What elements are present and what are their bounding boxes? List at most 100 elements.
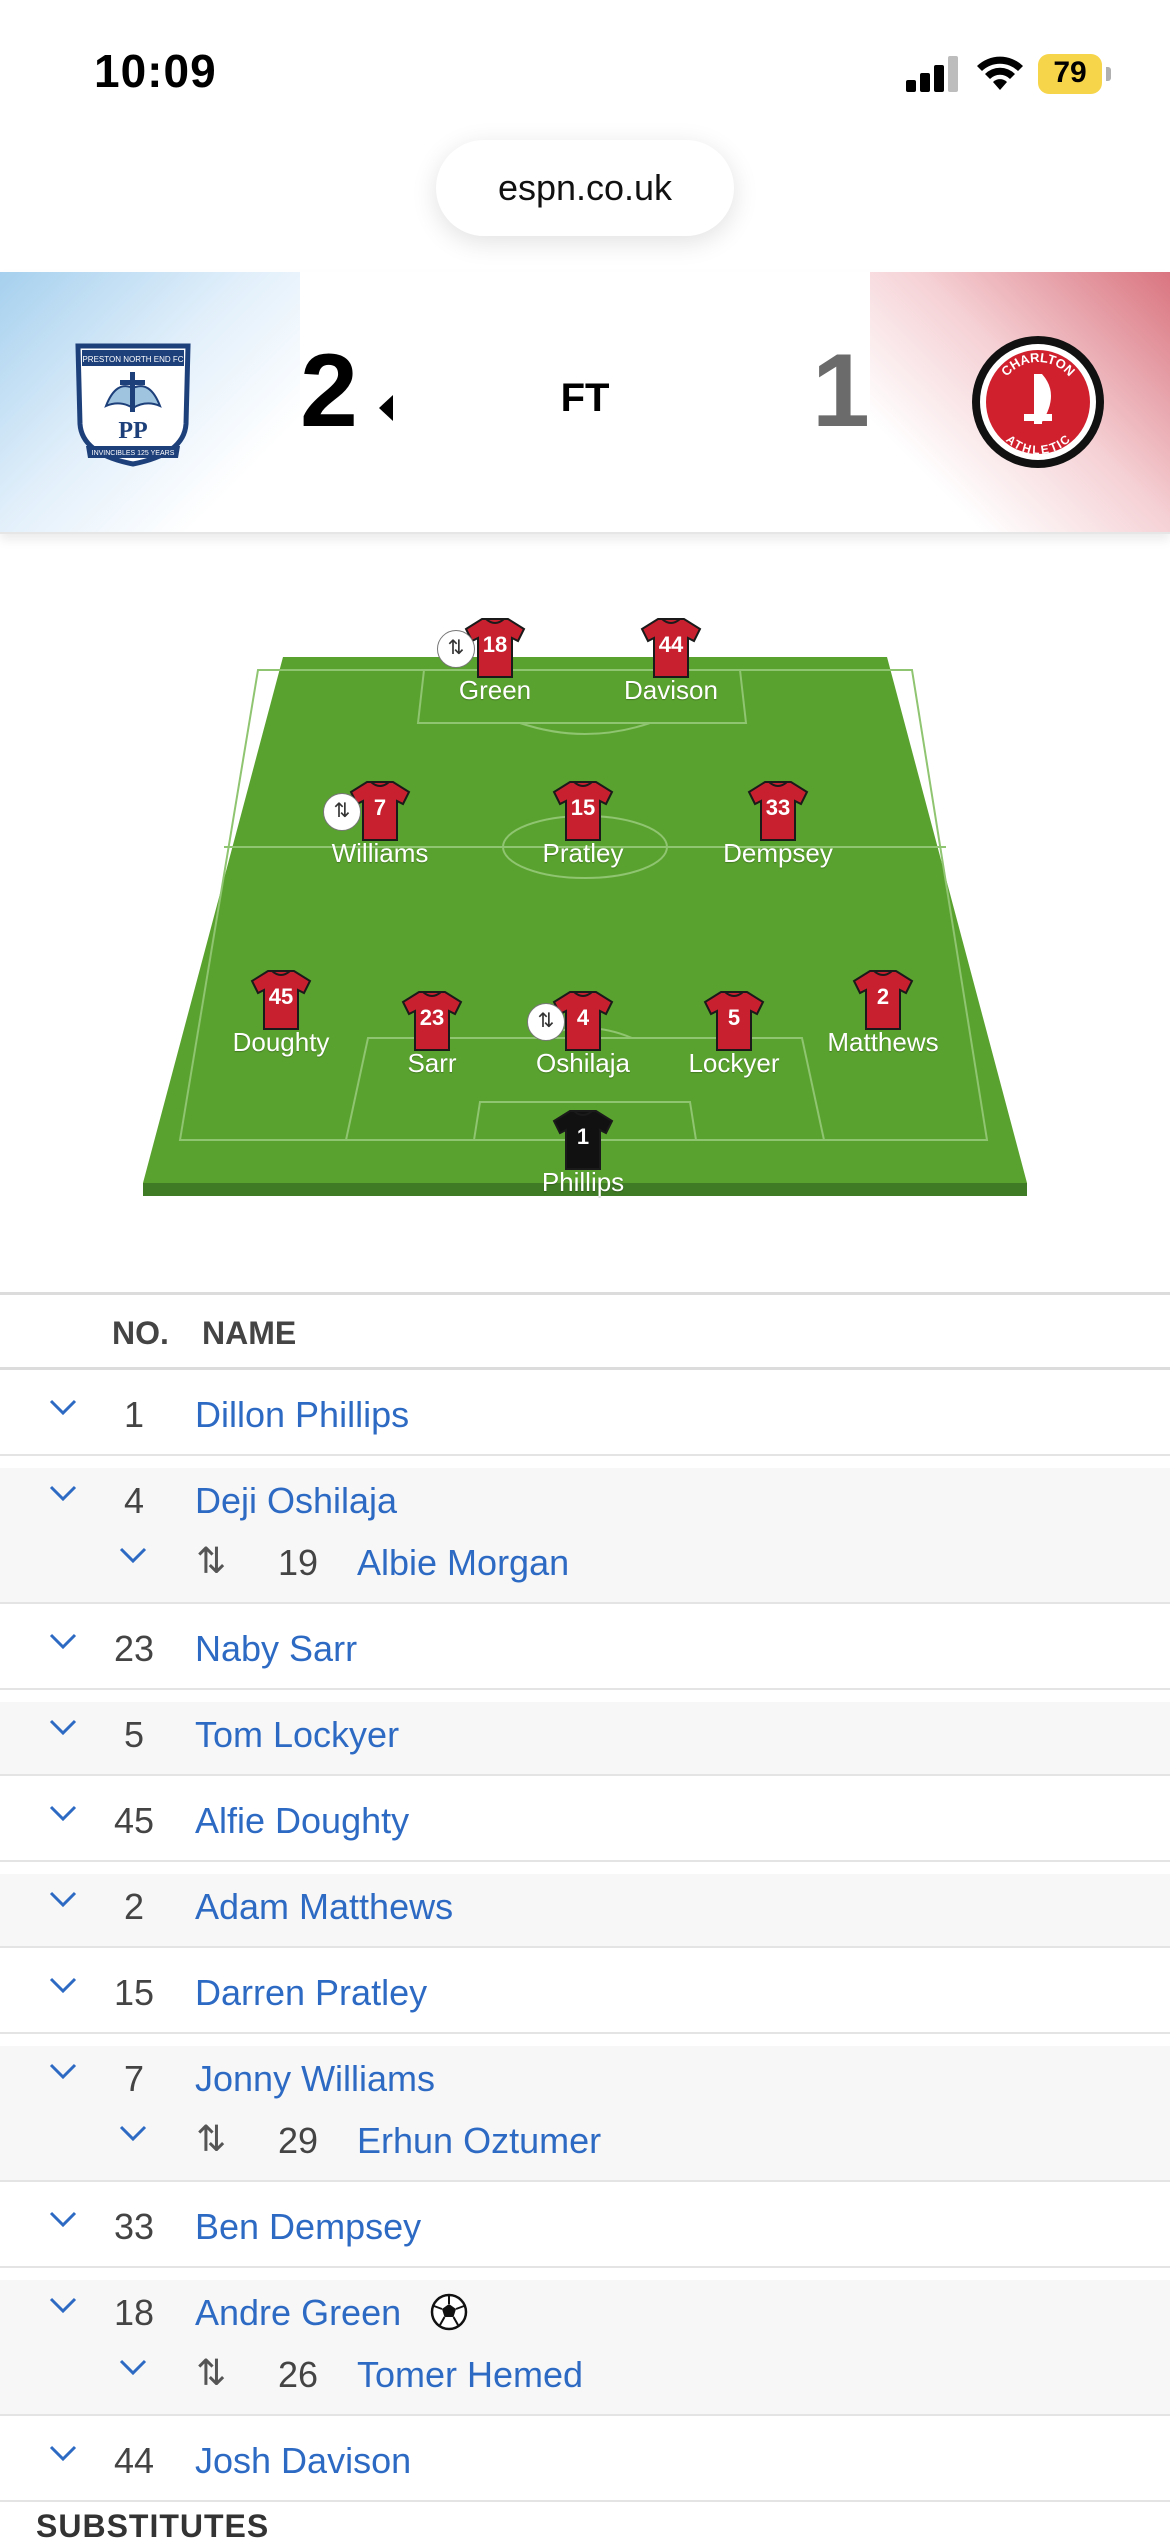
home-crest-bottom-text: INVINCIBLES 125 YEARS [92, 450, 175, 457]
home-score: 2 [300, 333, 358, 449]
chevron-down-icon[interactable] [118, 2357, 148, 2377]
player-number: 45 [113, 1800, 155, 1841]
pitch-player[interactable]: 5 Lockyer [654, 988, 814, 1079]
sub-player-number: 19 [277, 1542, 319, 1583]
player-number: 33 [113, 2206, 155, 2247]
substitution-icon: ⇅ [527, 1003, 565, 1041]
chevron-down-icon[interactable] [48, 1889, 78, 1909]
player-line: 18 Andre Green [0, 2280, 1170, 2342]
player-number: 44 [113, 2440, 155, 2481]
chevron-down-icon[interactable] [48, 1975, 78, 1995]
jersey-icon: 2 [850, 967, 916, 1033]
substitution-icon: ⇅ [196, 2118, 227, 2159]
home-crest-initials: PP [118, 418, 147, 444]
table-row[interactable]: 18 Andre Green ⇅ 26 Tomer Hemed [0, 2280, 1170, 2416]
score-header: PRESTON NORTH END FC PP INVINCIBLES 125 … [0, 272, 1170, 534]
substitute-line: ⇅ 26 Tomer Hemed [0, 2342, 1170, 2404]
pitch-player[interactable]: 7 Williams [300, 778, 460, 869]
player-name-link[interactable]: Alfie Doughty [195, 1800, 409, 1842]
column-header-number[interactable]: NO. [112, 1315, 169, 1352]
table-row[interactable]: 5 Tom Lockyer [0, 1702, 1170, 1776]
player-name-link[interactable]: Andre Green [195, 2292, 401, 2334]
chevron-down-icon[interactable] [48, 1397, 78, 1417]
chevron-down-icon[interactable] [118, 1545, 148, 1565]
sub-player-name-link[interactable]: Albie Morgan [357, 1542, 569, 1584]
player-name-link[interactable]: Naby Sarr [195, 1628, 357, 1670]
substitution-icon: ⇅ [196, 1540, 227, 1581]
sub-player-name-link[interactable]: Erhun Oztumer [357, 2120, 601, 2162]
player-name-link[interactable]: Tom Lockyer [195, 1714, 399, 1756]
chevron-down-icon[interactable] [48, 2295, 78, 2315]
table-row[interactable]: 2 Adam Matthews [0, 1874, 1170, 1948]
status-time: 10:09 [94, 45, 217, 97]
away-score: 1 [812, 333, 870, 449]
player-shirt-number: 45 [268, 984, 294, 1009]
player-name-link[interactable]: Josh Davison [195, 2440, 411, 2482]
chevron-down-icon[interactable] [118, 2123, 148, 2143]
jersey-icon: 33 [745, 778, 811, 844]
jersey-icon: 45 [248, 967, 314, 1033]
sub-player-number: 26 [277, 2354, 319, 2395]
pitch-player[interactable]: 45 Doughty [201, 967, 361, 1058]
goal-ball-icon [429, 2292, 469, 2332]
match-status: FT [560, 376, 610, 420]
player-shirt-number: 33 [765, 795, 791, 820]
chevron-down-icon[interactable] [48, 2209, 78, 2229]
substitute-line: ⇅ 19 Albie Morgan [0, 1530, 1170, 1592]
away-team-crest-icon[interactable]: CHARLTON ATHLETIC [970, 334, 1106, 470]
table-body: 1 Dillon Phillips 4 Deji Oshilaja ⇅ 19 Albie M… [0, 1382, 1170, 2502]
pitch-player[interactable]: 1 Phillips [503, 1107, 663, 1198]
table-row[interactable]: 1 Dillon Phillips [0, 1382, 1170, 1456]
player-name-link[interactable]: Jonny Williams [195, 2058, 435, 2100]
status-bar: 10:09 79 [0, 0, 1170, 140]
pitch-player[interactable]: 15 Pratley [503, 778, 663, 869]
jersey-icon: 15 [550, 778, 616, 844]
pitch-player[interactable]: 44 Davison [591, 615, 751, 706]
jersey-icon: 44 [638, 615, 704, 681]
pitch-player[interactable]: 4 Oshilaja [503, 988, 663, 1079]
pitch-player[interactable]: 18 Green [415, 615, 575, 706]
chevron-down-icon[interactable] [48, 1717, 78, 1737]
column-header-name[interactable]: NAME [202, 1315, 296, 1352]
player-number: 1 [123, 1394, 145, 1435]
player-name-link[interactable]: Ben Dempsey [195, 2206, 421, 2248]
chevron-down-icon[interactable] [48, 1483, 78, 1503]
battery-icon: 79 [1038, 54, 1112, 94]
pitch-player[interactable]: 2 Matthews [803, 967, 963, 1058]
player-name-link[interactable]: Adam Matthews [195, 1886, 453, 1928]
substitute-line: ⇅ 29 Erhun Oztumer [0, 2108, 1170, 2170]
formation-pitch: 18 Green ⇅ 44 Davison 7 Williams ⇅ 15 Pratley 33 De… [0, 560, 1170, 1220]
battery-level: 79 [1053, 56, 1087, 89]
player-line: 4 Deji Oshilaja [0, 1468, 1170, 1530]
chevron-down-icon[interactable] [48, 2443, 78, 2463]
player-name-link[interactable]: Dillon Phillips [195, 1394, 409, 1436]
jersey-icon: 23 [399, 988, 465, 1054]
player-number: 2 [123, 1886, 145, 1927]
table-row[interactable]: 23 Naby Sarr [0, 1616, 1170, 1690]
home-crest-top-text: PRESTON NORTH END FC [82, 355, 183, 364]
url-bar[interactable]: espn.co.uk [436, 140, 734, 236]
table-row[interactable]: 45 Alfie Doughty [0, 1788, 1170, 1862]
player-shirt-number: 23 [419, 1005, 445, 1030]
pitch-player[interactable]: 33 Dempsey [698, 778, 858, 869]
lineup-table: NO. NAME 1 Dillon Phillips 4 Deji Oshilaja ⇅… [0, 1292, 1170, 2502]
chevron-down-icon[interactable] [48, 1631, 78, 1651]
player-shirt-number: 44 [658, 632, 684, 657]
sub-player-name-link[interactable]: Tomer Hemed [357, 2354, 583, 2396]
table-row[interactable]: 4 Deji Oshilaja ⇅ 19 Albie Morgan [0, 1468, 1170, 1604]
table-header: NO. NAME [0, 1292, 1170, 1370]
table-row[interactable]: 15 Darren Pratley [0, 1960, 1170, 2034]
home-team-crest-icon[interactable]: PRESTON NORTH END FC PP INVINCIBLES 125 … [66, 336, 200, 470]
player-line: 5 Tom Lockyer [0, 1702, 1170, 1764]
player-number: 5 [123, 1714, 145, 1755]
chevron-down-icon[interactable] [48, 1803, 78, 1823]
player-line: 44 Josh Davison [0, 2428, 1170, 2490]
table-row[interactable]: 44 Josh Davison [0, 2428, 1170, 2502]
player-number: 7 [123, 2058, 145, 2099]
pitch-player[interactable]: 23 Sarr [352, 988, 512, 1079]
table-row[interactable]: 33 Ben Dempsey [0, 2194, 1170, 2268]
chevron-down-icon[interactable] [48, 2061, 78, 2081]
player-name-link[interactable]: Deji Oshilaja [195, 1480, 397, 1522]
player-name-link[interactable]: Darren Pratley [195, 1972, 427, 2014]
table-row[interactable]: 7 Jonny Williams ⇅ 29 Erhun Oztumer [0, 2046, 1170, 2182]
